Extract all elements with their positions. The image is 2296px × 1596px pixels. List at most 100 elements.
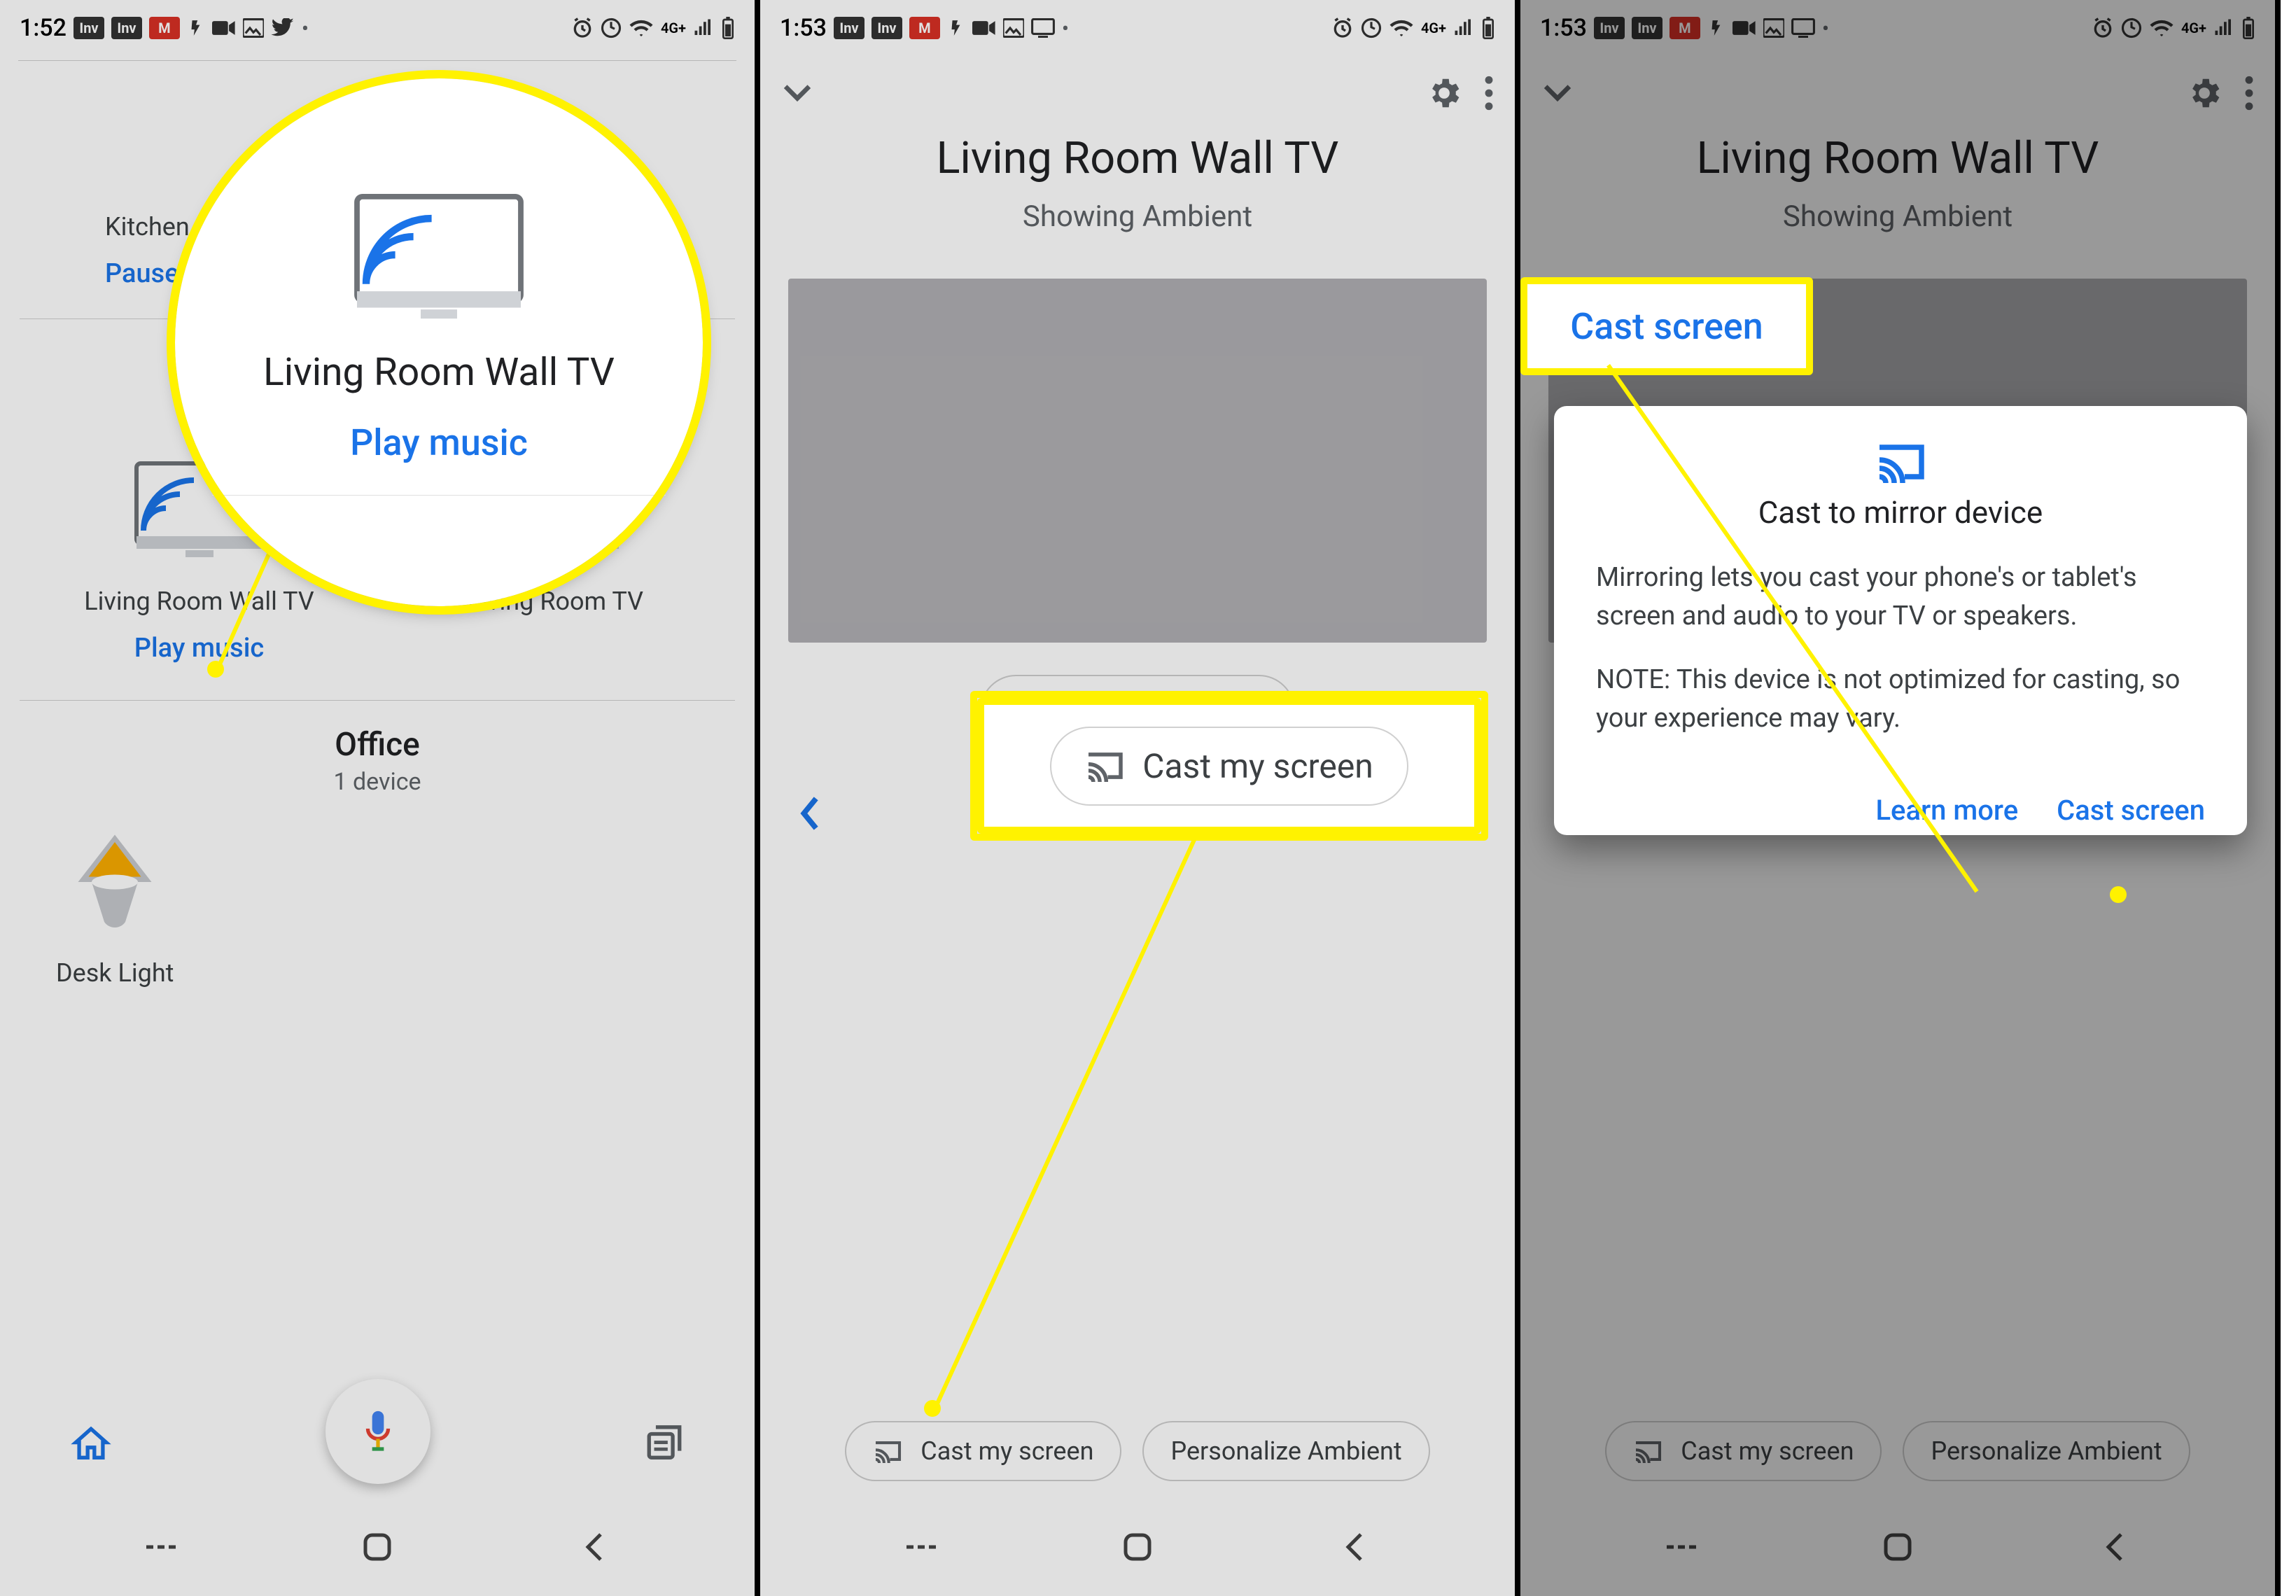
home-nav-button[interactable] bbox=[1842, 1526, 1954, 1568]
settings-gear-icon[interactable] bbox=[1425, 74, 1463, 115]
data-saver-icon bbox=[1361, 18, 1382, 38]
device-top-app-bar bbox=[760, 56, 1515, 133]
collapse-icon[interactable] bbox=[781, 83, 813, 106]
ambient-preview bbox=[788, 279, 1487, 643]
device-status: Showing Ambient bbox=[1520, 200, 2275, 234]
home-nav-button[interactable] bbox=[1082, 1526, 1194, 1568]
signal-icon bbox=[2213, 19, 2234, 37]
dialog-body-2: NOTE: This device is not optimized for c… bbox=[1596, 661, 2205, 738]
dialog-body-1: Mirroring lets you cast your phone's or … bbox=[1596, 559, 2205, 636]
status-time: 1:52 bbox=[20, 14, 66, 42]
cast-screen-highlight-label: Cast screen bbox=[1570, 305, 1763, 348]
signal-icon bbox=[1453, 19, 1474, 37]
settings-gear-icon[interactable] bbox=[2185, 74, 2223, 115]
chip-label: Personalize Ambient bbox=[1931, 1436, 2162, 1466]
status-bar: 1:53 Inv Inv M • 4G+ bbox=[1520, 0, 2275, 56]
status-bar: 1:52 Inv Inv M • 4G+ bbox=[0, 0, 755, 56]
tv-cast-icon bbox=[348, 189, 530, 326]
network-type: 4G+ bbox=[1421, 20, 1446, 36]
app-badge-icon: Inv bbox=[834, 17, 864, 39]
picture-icon bbox=[1003, 18, 1024, 38]
app-badge-icon: Inv bbox=[872, 17, 902, 39]
overflow-menu-icon[interactable] bbox=[1484, 76, 1494, 113]
back-nav-button[interactable] bbox=[2059, 1526, 2171, 1568]
alarm-icon bbox=[2092, 17, 2114, 39]
chip-label: Cast my screen bbox=[1681, 1436, 1854, 1466]
video-icon bbox=[972, 18, 996, 38]
battery-icon bbox=[2241, 17, 2255, 39]
light-bulb-icon bbox=[62, 830, 167, 934]
bolt-icon bbox=[1707, 16, 1726, 40]
network-type: 4G+ bbox=[2181, 20, 2206, 36]
gmail-icon: M bbox=[909, 17, 940, 39]
voice-assistant-fab[interactable] bbox=[326, 1379, 430, 1484]
android-nav-bar bbox=[1520, 1498, 2275, 1596]
phone-screen-3: 1:53 Inv Inv M • 4G+ Living Room Wall TV… bbox=[1520, 0, 2281, 1596]
recents-nav-button[interactable] bbox=[1625, 1526, 1737, 1568]
more-notifications-icon: • bbox=[1822, 17, 1829, 40]
monitor-icon bbox=[1791, 18, 1815, 38]
signal-icon bbox=[693, 19, 714, 37]
cast-icon bbox=[1085, 750, 1124, 782]
feed-tab-icon[interactable] bbox=[644, 1424, 685, 1467]
device-title: Living Room Wall TV bbox=[1520, 133, 2275, 184]
wifi-icon bbox=[1389, 18, 1414, 38]
status-time: 1:53 bbox=[780, 14, 827, 42]
battery-icon bbox=[721, 17, 735, 39]
cast-my-screen-chip-bottom[interactable]: Cast my screen bbox=[845, 1421, 1121, 1481]
app-badge-icon: Inv bbox=[1632, 17, 1662, 39]
wifi-icon bbox=[2149, 18, 2174, 38]
android-nav-bar bbox=[760, 1498, 1515, 1596]
chip-label: Personalize Ambient bbox=[1170, 1436, 1401, 1466]
room-section-office: Office 1 device bbox=[0, 723, 755, 802]
cast-mirror-dialog: Cast to mirror device Mirroring lets you… bbox=[1554, 406, 2247, 835]
page-prev-icon[interactable] bbox=[799, 796, 822, 834]
alarm-icon bbox=[1331, 17, 1354, 39]
data-saver-icon bbox=[601, 18, 622, 38]
room-subtitle: 1 device bbox=[0, 768, 755, 796]
recents-nav-button[interactable] bbox=[865, 1526, 977, 1568]
callout-magnifier: Living Room Wall TV Play music bbox=[175, 78, 703, 606]
alarm-icon bbox=[571, 17, 594, 39]
callout-device-action[interactable]: Play music bbox=[350, 421, 528, 464]
cast-screen-button[interactable]: Cast screen bbox=[2057, 794, 2205, 827]
device-tile-desk-light[interactable]: Desk Light bbox=[56, 830, 174, 988]
more-notifications-icon: • bbox=[302, 17, 309, 40]
twitter-icon bbox=[271, 18, 295, 38]
overflow-menu-icon[interactable] bbox=[2244, 76, 2254, 113]
collapse-icon[interactable] bbox=[1541, 83, 1574, 106]
personalize-ambient-chip[interactable]: Personalize Ambient bbox=[1142, 1421, 1429, 1481]
status-bar: 1:53 Inv Inv M • 4G+ bbox=[760, 0, 1515, 56]
cast-icon bbox=[1596, 441, 2205, 486]
recents-nav-button[interactable] bbox=[105, 1526, 217, 1568]
more-notifications-icon: • bbox=[1062, 17, 1069, 40]
personalize-ambient-chip[interactable]: Personalize Ambient bbox=[1903, 1421, 2190, 1481]
home-nav-button[interactable] bbox=[321, 1526, 433, 1568]
back-nav-button[interactable] bbox=[1298, 1526, 1410, 1568]
android-nav-bar bbox=[0, 1498, 755, 1596]
dialog-title: Cast to mirror device bbox=[1596, 494, 2205, 531]
chip-label: Cast my screen bbox=[1142, 746, 1373, 786]
app-bottom-nav bbox=[0, 1393, 755, 1498]
device-tile-label: Living Room Wall TV bbox=[52, 587, 346, 616]
phone-screen-2: 1:53 Inv Inv M • 4G+ Living bbox=[760, 0, 1520, 1596]
cast-my-screen-chip-highlighted[interactable]: Cast my screen bbox=[1050, 727, 1408, 806]
room-title: Office bbox=[0, 726, 755, 764]
device-tile-action[interactable]: Play music bbox=[52, 633, 346, 664]
cast-icon bbox=[873, 1439, 902, 1463]
wifi-icon bbox=[629, 18, 654, 38]
device-status: Showing Ambient bbox=[760, 200, 1515, 234]
app-badge-icon: Inv bbox=[74, 17, 104, 39]
learn-more-button[interactable]: Learn more bbox=[1875, 794, 2018, 827]
data-saver-icon bbox=[2121, 18, 2142, 38]
app-badge-icon: Inv bbox=[111, 17, 142, 39]
battery-icon bbox=[1481, 17, 1495, 39]
cast-my-screen-chip-bottom[interactable]: Cast my screen bbox=[1605, 1421, 1882, 1481]
device-tile-label: Desk Light bbox=[56, 958, 174, 988]
monitor-icon bbox=[1031, 18, 1055, 38]
gmail-icon: M bbox=[149, 17, 180, 39]
back-nav-button[interactable] bbox=[538, 1526, 650, 1568]
home-tab-icon[interactable] bbox=[70, 1424, 112, 1467]
cast-icon bbox=[1633, 1439, 1662, 1463]
picture-icon bbox=[243, 18, 264, 38]
